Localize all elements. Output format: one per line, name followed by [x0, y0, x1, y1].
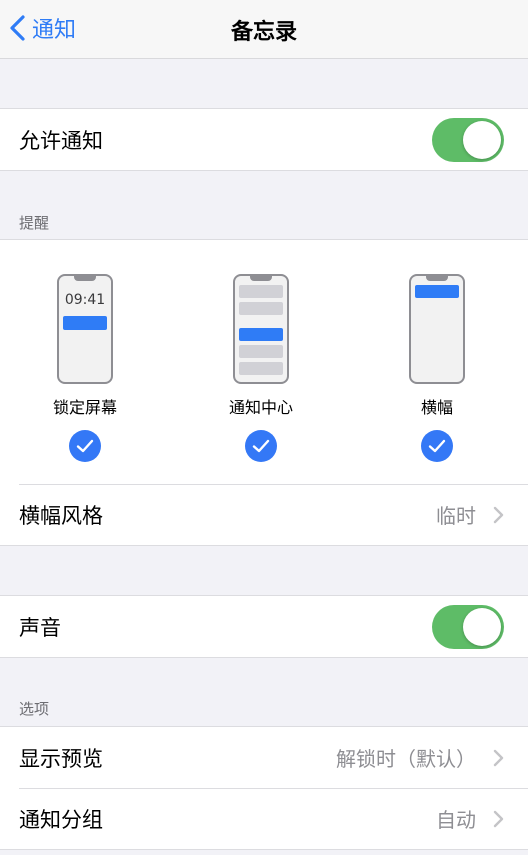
- notification-center-phone-icon: [233, 274, 289, 384]
- show-previews-value-wrap: 解锁时（默认）: [336, 743, 504, 772]
- sound-section: 声音: [0, 595, 528, 658]
- sound-row: 声音: [0, 596, 528, 657]
- notification-grouping-value-wrap: 自动: [436, 804, 504, 833]
- sound-label: 声音: [19, 615, 61, 640]
- phone-notch: [250, 276, 272, 281]
- banners-checkbox[interactable]: [421, 430, 453, 462]
- allow-notifications-row: 允许通知: [0, 109, 528, 170]
- show-previews-row[interactable]: 显示预览 解锁时（默认）: [0, 727, 528, 788]
- banner-style-row[interactable]: 横幅风格 临时: [0, 484, 528, 545]
- notification-center-label: 通知中心: [228, 398, 293, 417]
- notification-grouping-value: 自动: [436, 808, 476, 832]
- notification-grouping-label: 通知分组: [19, 807, 103, 832]
- banner-style-label: 横幅风格: [19, 503, 103, 528]
- alert-styles: 09:41 锁定屏幕 通知中心 横幅: [0, 240, 528, 484]
- sound-toggle[interactable]: [432, 604, 504, 649]
- banners-phone-icon: [409, 274, 465, 384]
- lock-screen-phone-icon: 09:41: [57, 274, 113, 384]
- lock-screen-time: 09:41: [64, 292, 106, 308]
- phone-notch: [74, 276, 96, 281]
- alerts-section-header: 提醒: [19, 214, 50, 232]
- notification-center-checkbox[interactable]: [245, 430, 277, 462]
- lock-screen-label: 锁定屏幕: [52, 398, 117, 417]
- options-section: 显示预览 解锁时（默认） 通知分组 自动: [0, 726, 528, 850]
- nc-gray-bar: [239, 302, 283, 315]
- nc-gray-bar: [239, 345, 283, 358]
- lock-screen-checkbox[interactable]: [69, 430, 101, 462]
- nc-gray-bar: [239, 285, 283, 298]
- banner-style-value-wrap: 临时: [436, 500, 504, 529]
- page-title: 备忘录: [230, 20, 297, 45]
- chevron-right-icon: [493, 506, 504, 523]
- checkmark-icon: [76, 439, 94, 453]
- lock-screen-notification-bar: [63, 316, 107, 330]
- navigation-bar: 通知 备忘录: [0, 0, 528, 59]
- phone-notch: [426, 276, 448, 281]
- options-section-header: 选项: [19, 700, 50, 718]
- nc-blue-bar: [239, 328, 283, 341]
- banner-style-value: 临时: [436, 504, 476, 528]
- toggle-knob: [463, 120, 501, 159]
- banner-bar: [415, 285, 459, 298]
- allow-notifications-label: 允许通知: [19, 128, 103, 153]
- show-previews-label: 显示预览: [19, 746, 103, 771]
- checkmark-icon: [428, 439, 446, 453]
- alerts-section: 09:41 锁定屏幕 通知中心 横幅 横幅风格 临时: [0, 239, 528, 546]
- toggle-knob: [463, 607, 501, 646]
- chevron-right-icon: [493, 749, 504, 766]
- banners-label: 横幅: [420, 398, 453, 417]
- notification-grouping-row[interactable]: 通知分组 自动: [0, 788, 528, 849]
- show-previews-value: 解锁时（默认）: [336, 747, 476, 771]
- checkmark-icon: [252, 439, 270, 453]
- chevron-right-icon: [493, 810, 504, 827]
- allow-notifications-section: 允许通知: [0, 108, 528, 171]
- allow-notifications-toggle[interactable]: [432, 117, 504, 162]
- nc-gray-bar: [239, 362, 283, 375]
